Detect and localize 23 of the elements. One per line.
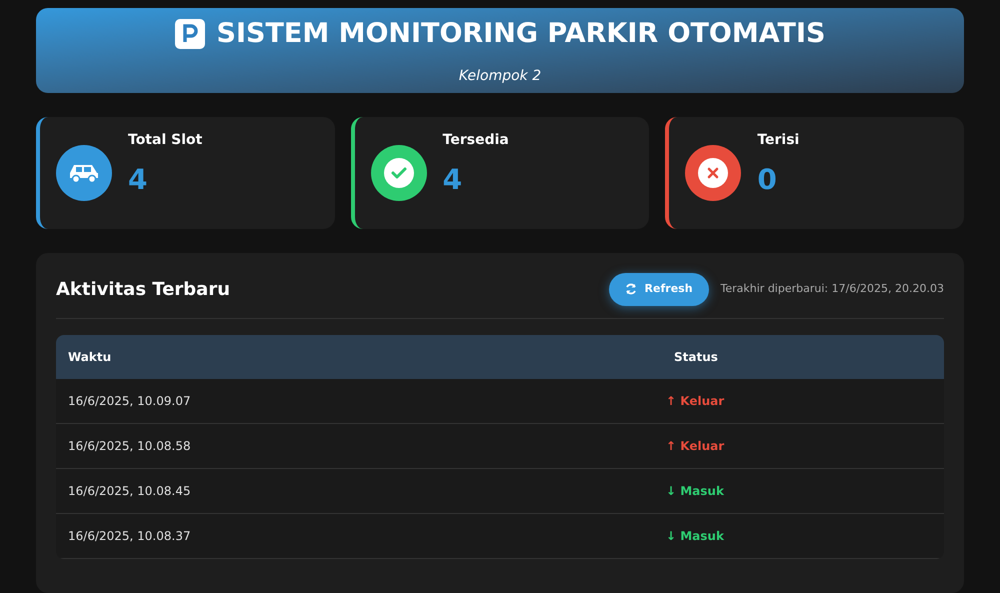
status-label: ↓ Masuk: [665, 482, 725, 500]
app-subtitle: Kelompok 2: [458, 67, 542, 86]
status-label: ↑ Keluar: [665, 438, 726, 454]
parking-icon: [174, 19, 205, 49]
stat-label: Total Slot: [128, 130, 202, 150]
table-cell-text: 16/6/2025, 10.08.58: [67, 438, 192, 454]
status-label: ↑ Keluar: [665, 392, 726, 410]
section-title: Aktivitas Terbaru: [56, 278, 232, 302]
refresh-icon: [624, 283, 637, 296]
table-cell-text: 16/6/2025, 10.09.07: [67, 392, 192, 410]
refresh-button[interactable]: Refresh: [608, 273, 709, 306]
stat-label: Tersedia: [442, 130, 509, 150]
column-header: Waktu: [67, 348, 112, 366]
stat-label: Terisi: [757, 130, 800, 150]
status-label: ↓ Masuk: [665, 528, 725, 544]
table-cell-text: 16/6/2025, 10.08.37: [67, 528, 192, 544]
last-updated-text: Terakhir diperbarui: 17/6/2025, 20.20.03: [720, 281, 944, 297]
stat-value: 4: [442, 162, 464, 198]
app-title: SISTEM MONITORING PARKIR OTOMATIS: [216, 16, 826, 51]
column-header: Status: [673, 348, 718, 366]
stat-value: 0: [757, 162, 778, 198]
table-cell-text: 16/6/2025, 10.08.45: [67, 482, 192, 500]
stat-value: 4: [128, 162, 148, 198]
